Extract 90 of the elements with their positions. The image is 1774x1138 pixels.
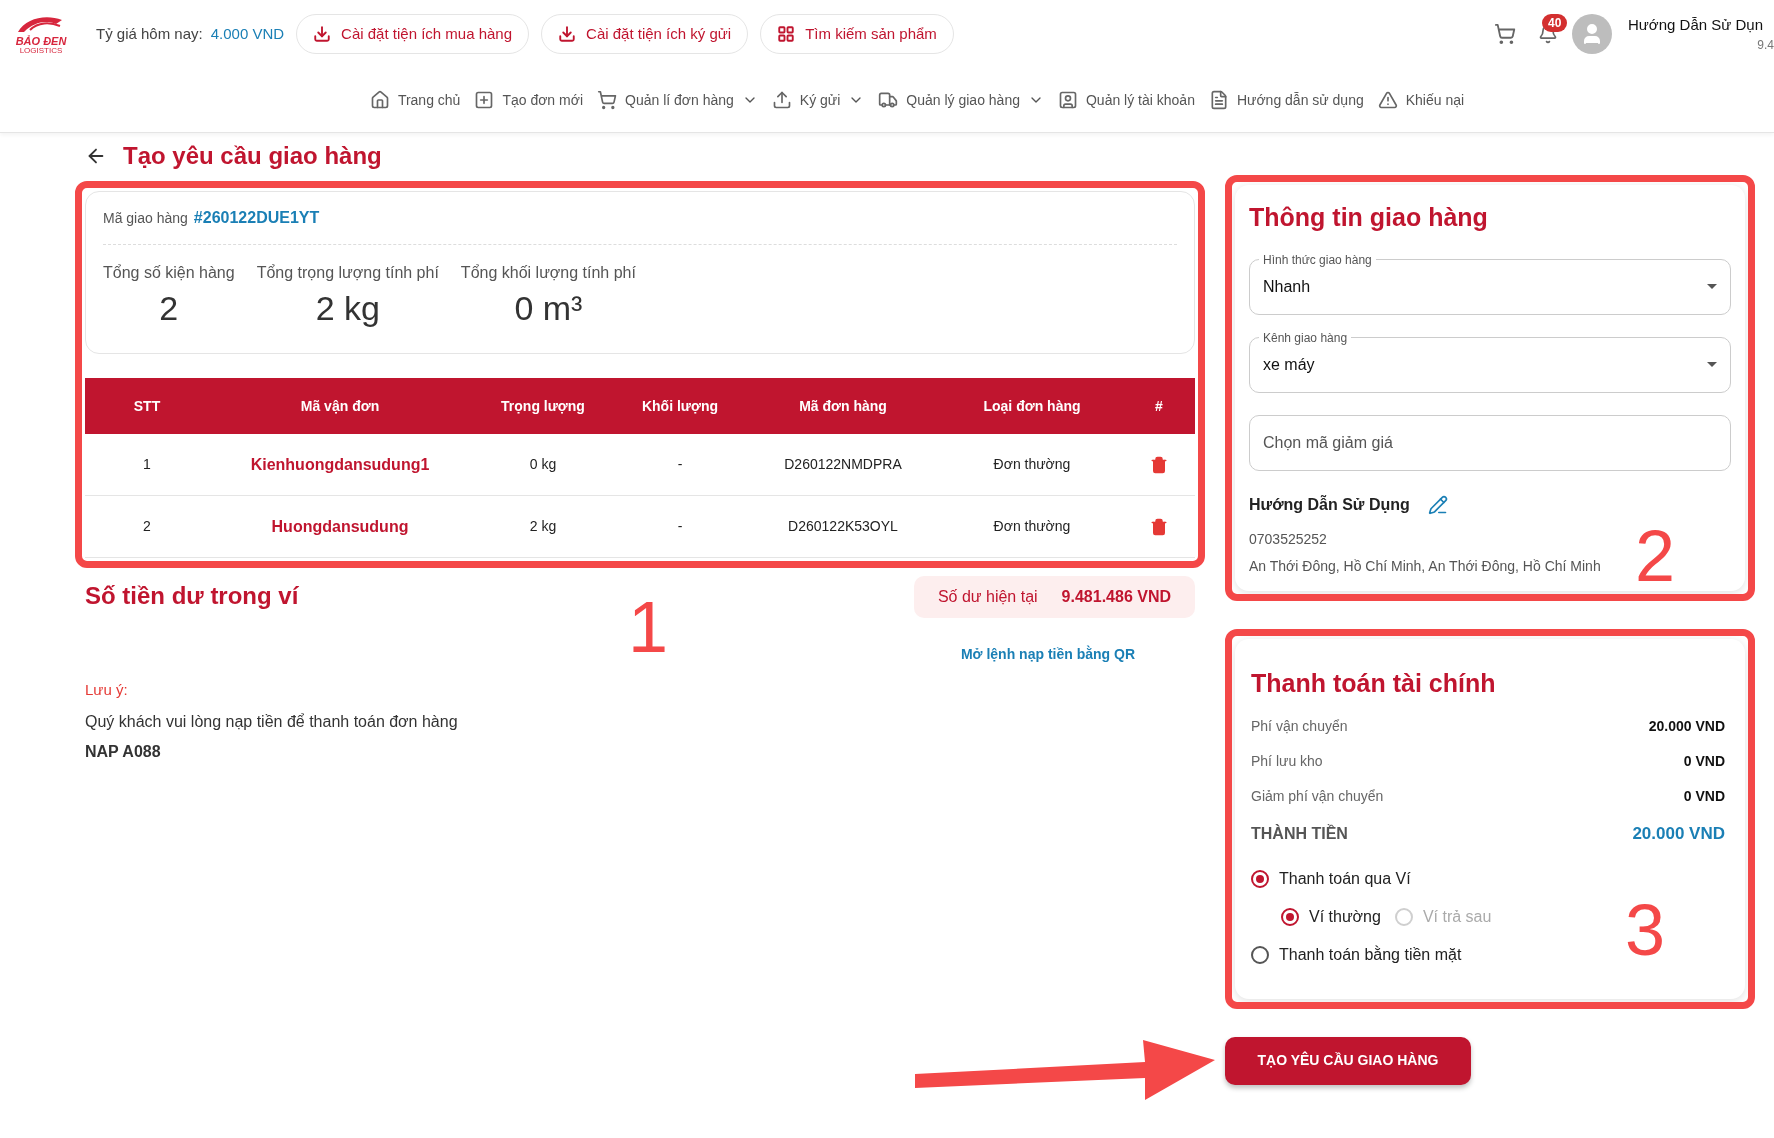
fee-label: Phí vận chuyển — [1251, 717, 1348, 736]
user-name[interactable]: Hướng Dẫn Sử Dụn — [1628, 13, 1763, 37]
table-cell-text: D260122K53OYL — [787, 517, 899, 536]
table-cell-text: - — [676, 455, 684, 474]
cart-icon[interactable] — [1494, 23, 1516, 45]
voucher-field[interactable]: Chọn mã giảm giá — [1249, 414, 1731, 471]
waybill-link[interactable]: Kienhuongdansudung1 — [209, 452, 471, 477]
shipment-code: #260122DUE1YT — [193, 208, 320, 228]
radio-button[interactable] — [1251, 945, 1269, 964]
home-icon — [369, 90, 390, 110]
waybill-link[interactable]: Huongdansudung — [209, 514, 471, 539]
fee-value: 0 VND — [1683, 787, 1725, 806]
recipient-address: An Thới Đông, Hồ Chí Minh, An Thới Đông, Hồ Chí Minh — [1249, 556, 1602, 576]
column-header: # — [1154, 396, 1164, 416]
deposit-code: NAP A088 — [85, 741, 162, 762]
logo-subtext: LOGISTICS — [19, 46, 63, 55]
annotation-number: 1 — [628, 591, 669, 663]
plus-icon — [474, 90, 495, 110]
column-header: Mã vận đơn — [299, 396, 381, 416]
radio-button[interactable] — [1281, 907, 1299, 926]
user-balance: 9.4 — [1757, 37, 1774, 55]
delete-icon[interactable] — [1150, 517, 1168, 536]
page-title: Tạo yêu cầu giao hàng — [123, 141, 382, 171]
table-cell-text: 1 — [142, 455, 152, 474]
fee-label: Giảm phí vận chuyển — [1251, 787, 1384, 806]
account-icon — [1057, 90, 1078, 110]
payment-option[interactable]: Thanh toán qua Ví — [1251, 866, 1729, 891]
column-header: Mã đơn hàng — [798, 396, 888, 416]
table-cell-text: 2 kg — [528, 517, 558, 536]
card-title: Thanh toán tài chính — [1251, 667, 1497, 699]
table-cell-text: 0 kg — [528, 455, 558, 474]
note-label: Lưu ý: — [85, 680, 129, 700]
stat-value: 2 — [159, 288, 179, 329]
code-label: Mã giao hàng — [103, 208, 188, 228]
cart-icon — [597, 90, 617, 110]
table-cell-text: Đơn thường — [992, 455, 1072, 474]
create-delivery-request-button[interactable]: TẠO YÊU CẦU GIAO HÀNG — [1225, 1036, 1471, 1085]
stat-value: 0 m³ — [514, 288, 583, 329]
total-value: 20.000 VND — [1632, 823, 1725, 845]
nav-item[interactable]: Ký gửi — [771, 89, 865, 111]
truck-icon — [878, 90, 899, 110]
nav-item[interactable]: Hướng dẫn sử dụng — [1208, 89, 1364, 111]
dropdown-caret-icon — [1707, 284, 1717, 289]
notification-badge: 40 — [1542, 14, 1568, 32]
table-cell-text: 2 — [142, 517, 152, 536]
radio-button[interactable] — [1251, 869, 1269, 888]
fee-value: 20.000 VND — [1648, 717, 1725, 736]
upload-icon — [771, 90, 792, 110]
column-header: Khối lượng — [640, 396, 720, 416]
stat-label: Tổng khối lượng tính phí — [460, 263, 636, 283]
balance-value: 9.481.486 VND — [1061, 587, 1171, 607]
stat-label: Tổng trọng lượng tính phí — [256, 263, 439, 283]
total-label: THÀNH TIỀN — [1251, 823, 1348, 844]
grid-icon — [777, 25, 796, 43]
recipient-phone: 0703525252 — [1249, 529, 1328, 549]
column-header: Loại đơn hàng — [982, 396, 1082, 416]
nav-item[interactable]: Khiếu nại — [1377, 89, 1465, 111]
note-text: Quý khách vui lòng nạp tiền để thanh toán đơn hàng — [85, 711, 459, 732]
stat-value: 2 kg — [315, 288, 380, 329]
column-header: STT — [132, 396, 162, 416]
download-icon — [558, 25, 577, 43]
nav-item[interactable]: Tạo đơn mới — [474, 89, 583, 111]
logo[interactable]: BẢO ĐEN LOGISTICS — [12, 13, 70, 55]
wallet-title: Số tiền dư trong ví — [85, 581, 299, 611]
wallet-option[interactable]: Ví thường — [1281, 904, 1381, 929]
download-icon — [313, 25, 332, 43]
nav-item[interactable]: Quản lí đơn hàng — [597, 89, 758, 111]
card-title: Thông tin giao hàng — [1249, 202, 1489, 233]
stat-label: Tổng số kiện hàng — [103, 263, 235, 283]
table-cell-text: - — [676, 517, 684, 536]
nav-item[interactable]: Trang chủ — [369, 89, 461, 111]
annotation-number: 3 — [1625, 893, 1666, 966]
rate-value: 4.000 VND — [210, 23, 285, 44]
fee-label: Phí lưu kho — [1251, 752, 1323, 771]
rate-label: Tỷ giá hôm nay: — [96, 23, 203, 44]
balance-label: Số dư hiện tại — [937, 587, 1038, 607]
table-cell-text: D260122NMDPRA — [783, 455, 903, 474]
warning-icon — [1377, 90, 1398, 110]
dropdown-caret-icon — [1707, 362, 1717, 367]
column-header: Trọng lượng — [500, 396, 586, 416]
recipient-name: Hướng Dẫn Sử Dụng — [1249, 494, 1410, 515]
annotation-number: 2 — [1635, 520, 1676, 592]
delete-icon[interactable] — [1150, 455, 1168, 474]
nav-item[interactable]: Quản lý giao hàng — [878, 89, 1044, 111]
fee-value: 0 VND — [1683, 752, 1725, 771]
nav-item[interactable]: Quản lý tài khoản — [1057, 89, 1195, 111]
logo-text: BẢO ĐEN — [15, 35, 67, 47]
table-cell-text: Đơn thường — [992, 517, 1072, 536]
edit-icon[interactable] — [1427, 494, 1448, 515]
qr-topup-link[interactable]: Mở lệnh nạp tiền bằng QR — [960, 644, 1135, 665]
